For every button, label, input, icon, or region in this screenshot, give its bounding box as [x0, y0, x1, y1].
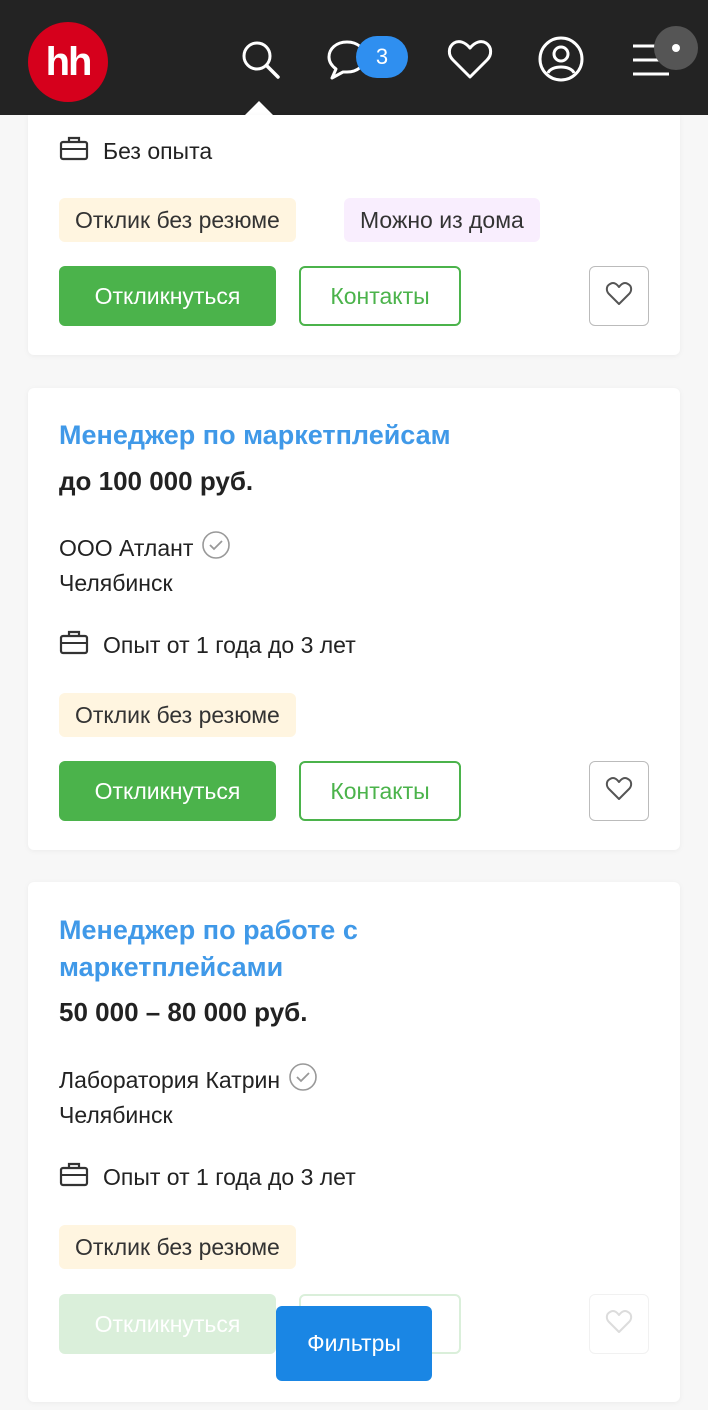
tag-remote: Можно из дома — [344, 198, 540, 242]
favorite-button[interactable] — [589, 266, 649, 326]
heart-outline-icon — [605, 1309, 633, 1340]
user-icon[interactable] — [536, 34, 586, 84]
vacancy-city: Челябинск — [59, 570, 173, 596]
heart-outline-icon — [605, 281, 633, 312]
verified-check-icon — [201, 530, 231, 566]
apply-button[interactable]: Откликнуться — [59, 761, 276, 821]
contacts-button[interactable]: Контакты — [299, 266, 461, 326]
vacancy-title-line: маркетплейсами — [59, 952, 284, 982]
vacancy-card[interactable]: Без опыта Отклик без резюме Можно из дом… — [28, 115, 680, 355]
messages-count-badge: 3 — [356, 36, 408, 78]
contacts-button[interactable]: Контакты — [299, 761, 461, 821]
experience-text: Опыт от 1 года до 3 лет — [103, 1163, 356, 1190]
company-name-link[interactable]: ООО Атлант — [59, 535, 193, 562]
favorite-button[interactable] — [589, 761, 649, 821]
vacancy-card[interactable]: Менеджер по маркетплейсам до 100 000 руб… — [28, 388, 680, 850]
verified-check-icon — [288, 1062, 318, 1098]
experience-row: Опыт от 1 года до 3 лет — [59, 1161, 356, 1193]
heart-outline-icon — [605, 776, 633, 807]
apply-button[interactable]: Откликнуться — [59, 266, 276, 326]
briefcase-icon — [59, 629, 89, 661]
company-row: Лаборатория Катрин — [59, 1062, 318, 1098]
tag-no-resume: Отклик без резюме — [59, 693, 296, 737]
tag-no-resume: Отклик без резюме — [59, 198, 296, 242]
tag-no-resume: Отклик без резюме — [59, 1225, 296, 1269]
vacancy-title-link[interactable]: Менеджер по маркетплейсам — [59, 417, 451, 454]
briefcase-icon — [59, 135, 89, 167]
vacancy-salary: до 100 000 руб. — [59, 466, 254, 496]
hh-logo[interactable]: hh — [28, 22, 108, 102]
company-name-link[interactable]: Лаборатория Катрин — [59, 1067, 280, 1094]
favorite-button[interactable] — [589, 1294, 649, 1354]
filters-button[interactable]: Фильтры — [276, 1306, 432, 1381]
menu-notification-dot — [654, 26, 698, 70]
vacancy-title-line: Менеджер по работе с — [59, 915, 358, 945]
vacancy-salary: 50 000 – 80 000 руб. — [59, 997, 308, 1027]
experience-text: Опыт от 1 года до 3 лет — [103, 631, 356, 658]
vacancy-city: Челябинск — [59, 1102, 173, 1128]
experience-text: Без опыта — [103, 137, 213, 164]
company-row: ООО Атлант — [59, 530, 231, 566]
experience-row: Без опыта — [59, 135, 212, 167]
briefcase-icon — [59, 1161, 89, 1193]
top-navbar: hh 3 — [0, 0, 708, 115]
search-active-pointer — [244, 101, 274, 116]
experience-row: Опыт от 1 года до 3 лет — [59, 629, 356, 661]
vacancy-title-link[interactable]: Менеджер по работе с маркетплейсами — [59, 912, 358, 986]
heart-icon[interactable] — [445, 34, 495, 84]
apply-button[interactable]: Откликнуться — [59, 1294, 276, 1354]
search-icon[interactable] — [235, 34, 285, 84]
